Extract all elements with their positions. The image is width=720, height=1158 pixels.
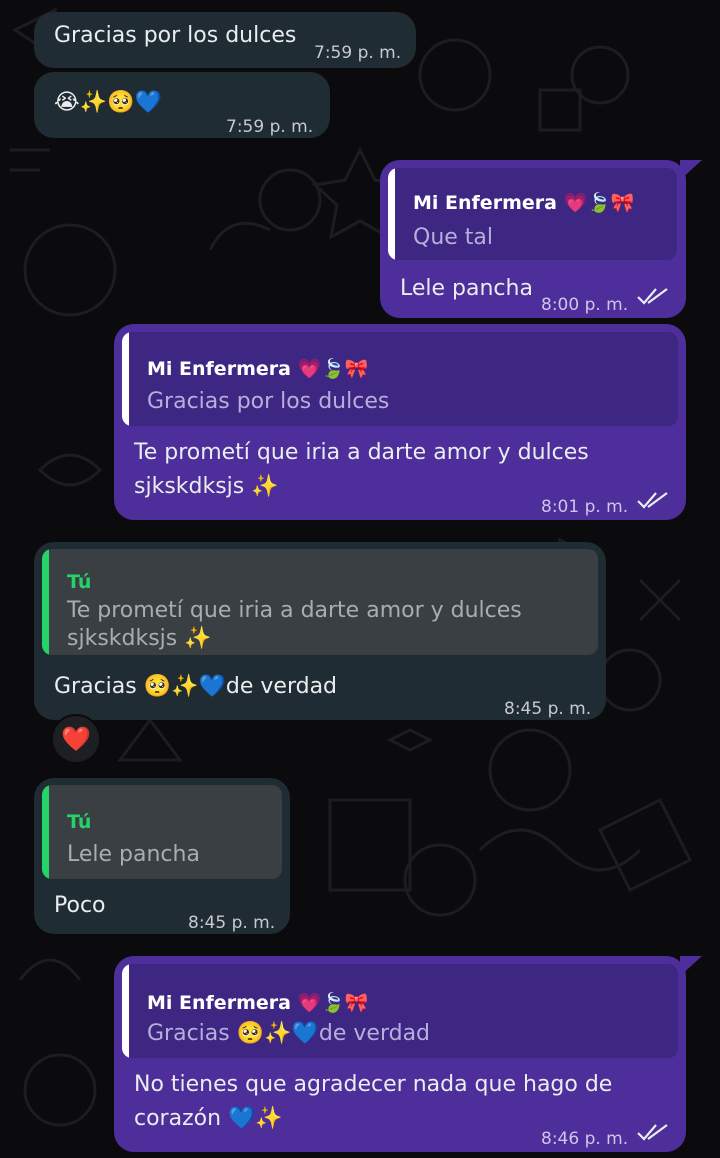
heart-reaction[interactable]: ❤️ [51,714,101,764]
double-check-icon [637,492,668,509]
message-incoming[interactable]: 😭✨🥺💙 7:59 p. m. [34,72,330,138]
message-text-line2: sjkskdksjs ✨ [134,474,279,499]
quote-author: Mi Enfermera 💗🍃🎀 [147,358,369,380]
message-time: 7:59 p. m. [226,117,314,137]
quote-author: Tú [67,811,92,833]
message-incoming[interactable]: Gracias por los dulces 7:59 p. m. [34,12,416,68]
reply-quote[interactable]: Tú Lele pancha [42,785,282,879]
quote-bar [122,964,129,1058]
quote-bar [42,785,49,879]
bubble-tail [680,160,702,180]
reaction-emoji: ❤️ [61,725,91,753]
message-incoming[interactable]: Tú Te prometí que iria a darte amor y du… [34,542,606,720]
quote-author: Tú [67,571,92,593]
message-incoming[interactable]: Tú Lele pancha Poco 8:45 p. m. [34,778,290,934]
reply-quote[interactable]: Mi Enfermera 💗🍃🎀 Gracias por los dulces [122,332,678,426]
message-emoji-text: 😭✨🥺💙 [54,90,162,115]
bubble-tail [680,956,702,976]
reply-quote[interactable]: Mi Enfermera 💗🍃🎀 Que tal [388,168,677,260]
message-text: Gracias 🥺✨💙de verdad [54,674,338,699]
message-text: Lele pancha [400,276,533,301]
message-outgoing[interactable]: Mi Enfermera 💗🍃🎀 Gracias 🥺✨💙de verdad No… [114,956,686,1152]
message-text-line2: corazón 💙✨ [134,1106,283,1131]
quote-text: Lele pancha [67,842,200,867]
message-text: Gracias por los dulces [54,23,297,48]
message-time: 7:59 p. m. [314,43,402,63]
quote-text: Gracias por los dulces [147,389,390,414]
message-text: Poco [54,893,106,918]
message-time: 8:00 p. m. [541,295,629,315]
quote-bar [42,549,49,655]
reply-quote[interactable]: Tú Te prometí que iria a darte amor y du… [42,549,598,655]
message-time: 8:01 p. m. [541,497,629,517]
quote-bar [388,168,395,260]
message-text-line1: No tienes que agradecer nada que hago de [134,1072,613,1097]
message-text-line1: Te prometí que iria a darte amor y dulce… [134,440,589,465]
message-outgoing[interactable]: Mi Enfermera 💗🍃🎀 Que tal Lele pancha 8:0… [380,160,686,318]
quote-author: Mi Enfermera 💗🍃🎀 [413,192,635,214]
quote-text: Gracias 🥺✨💙de verdad [147,1021,431,1046]
reply-quote[interactable]: Mi Enfermera 💗🍃🎀 Gracias 🥺✨💙de verdad [122,964,678,1058]
quote-text-line1: Te prometí que iria a darte amor y dulce… [67,598,522,623]
message-time: 8:45 p. m. [504,699,592,719]
message-time: 8:46 p. m. [541,1129,629,1149]
quote-text-line2: sjkskdksjs ✨ [67,626,212,651]
message-time: 8:45 p. m. [188,913,276,933]
quote-bar [122,332,129,426]
quote-text: Que tal [413,225,494,250]
double-check-icon [637,288,668,305]
message-outgoing[interactable]: Mi Enfermera 💗🍃🎀 Gracias por los dulces … [114,324,686,520]
quote-author: Mi Enfermera 💗🍃🎀 [147,992,369,1014]
double-check-icon [637,1124,668,1141]
